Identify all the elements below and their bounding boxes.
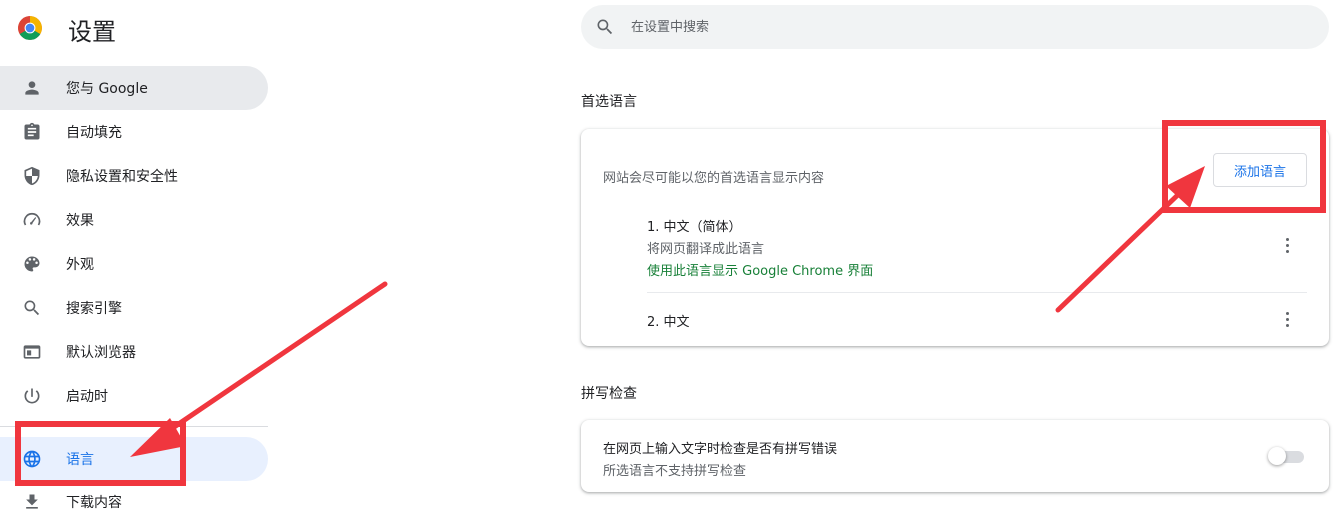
spellcheck-toggle[interactable]	[1268, 447, 1304, 465]
search-icon	[597, 19, 613, 35]
spellcheck-card: 在网页上输入文字时检查是否有拼写错误 所选语言不支持拼写检查	[581, 420, 1329, 492]
sidebar-item-search-engine[interactable]: 搜索引擎	[0, 286, 268, 330]
language-name: 1. 中文（简体）	[647, 220, 742, 235]
search-input[interactable]	[631, 5, 1281, 49]
sidebar-item-label: 下载内容	[66, 495, 122, 511]
person-icon	[21, 77, 43, 99]
languages-description: 网站会尽可能以您的首选语言显示内容	[603, 171, 825, 186]
language-name: 2. 中文	[647, 315, 690, 330]
sidebar-item-label: 搜索引擎	[66, 301, 122, 317]
language-translate-note: 将网页翻译成此语言	[647, 242, 765, 257]
sidebar-item-on-startup[interactable]: 启动时	[0, 374, 268, 418]
search-icon	[21, 297, 43, 319]
power-icon	[21, 385, 43, 407]
palette-icon	[21, 253, 43, 275]
clipboard-icon	[21, 121, 43, 143]
settings-search[interactable]	[581, 5, 1329, 49]
spellcheck-subtitle: 所选语言不支持拼写检查	[603, 464, 747, 479]
more-actions-icon[interactable]	[1277, 309, 1297, 329]
sidebar-item-default-browser[interactable]: 默认浏览器	[0, 330, 268, 374]
sidebar-item-label: 隐私设置和安全性	[66, 169, 178, 185]
language-ui-note: 使用此语言显示 Google Chrome 界面	[647, 264, 874, 279]
shield-icon	[21, 165, 43, 187]
spellcheck-title: 在网页上输入文字时检查是否有拼写错误	[603, 442, 838, 457]
sidebar-item-label: 效果	[66, 213, 94, 229]
page-title: 设置	[68, 18, 116, 46]
annotation-box-add-language	[1162, 120, 1326, 213]
languages-section-title: 首选语言	[581, 94, 637, 110]
sidebar-item-label: 外观	[66, 257, 94, 273]
sidebar-item-label: 启动时	[66, 389, 108, 405]
download-icon	[21, 491, 43, 513]
annotation-box-languages	[15, 421, 186, 486]
speedometer-icon	[21, 209, 43, 231]
sidebar-item-privacy[interactable]: 隐私设置和安全性	[0, 154, 268, 198]
browser-icon	[21, 341, 43, 363]
sidebar-item-autofill[interactable]: 自动填充	[0, 110, 268, 154]
spellcheck-section-title: 拼写检查	[581, 386, 637, 402]
sidebar-item-label: 默认浏览器	[66, 345, 136, 361]
row-divider	[647, 292, 1307, 293]
sidebar-item-label: 您与 Google	[66, 81, 148, 97]
toggle-thumb	[1268, 447, 1286, 465]
sidebar-item-appearance[interactable]: 外观	[0, 242, 268, 286]
sidebar-item-you-and-google[interactable]: 您与 Google	[0, 66, 268, 110]
sidebar-item-label: 自动填充	[66, 125, 122, 141]
sidebar-item-downloads[interactable]: 下载内容	[0, 480, 268, 520]
sidebar-item-performance[interactable]: 效果	[0, 198, 268, 242]
chrome-logo-icon	[18, 16, 42, 40]
more-actions-icon[interactable]	[1277, 235, 1297, 255]
